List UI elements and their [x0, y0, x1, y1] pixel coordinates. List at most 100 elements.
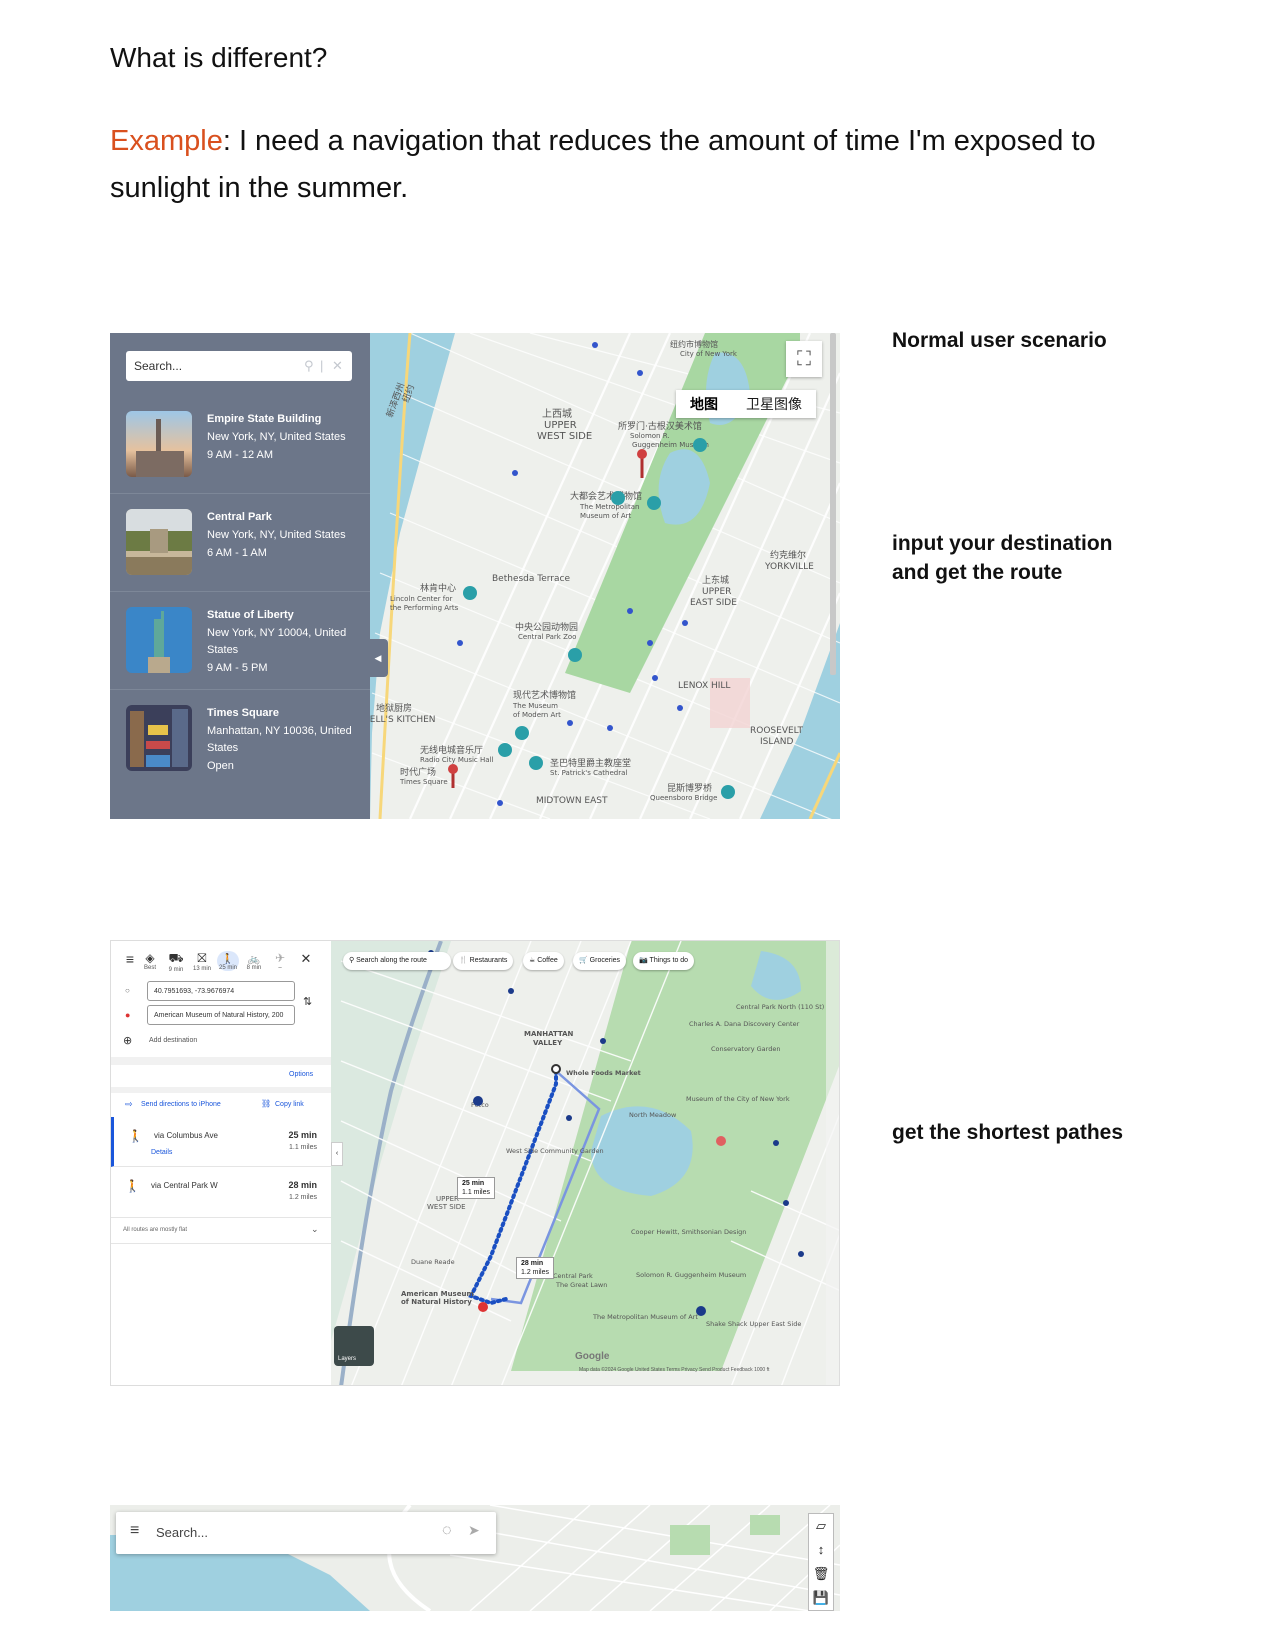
- map-panel-1[interactable]: 上西城 UPPER WEST SIDE 大都会艺术博物馆 The Metropolit…: [110, 333, 840, 819]
- page-heading: What is different?: [110, 42, 328, 73]
- mode-walk[interactable]: 🚶 25 min: [217, 951, 239, 971]
- options-link[interactable]: Options: [289, 1071, 313, 1078]
- route-bubble-2[interactable]: 28 min 1.2 miles: [516, 1257, 555, 1279]
- menu-icon[interactable]: ≡: [119, 951, 141, 967]
- chevron-down-icon[interactable]: ⌄: [311, 1224, 319, 1235]
- svg-text:MIDTOWN EAST: MIDTOWN EAST: [536, 796, 608, 806]
- route-distance: 1.2 miles: [288, 1194, 317, 1201]
- route-via: via Central Park W: [151, 1181, 218, 1190]
- send-directions-link[interactable]: Send directions to iPhone: [141, 1101, 221, 1108]
- route-duration: 25 min: [288, 1130, 317, 1140]
- origin-dot-icon: ○: [125, 986, 130, 995]
- navigate-icon[interactable]: ➤: [468, 1522, 480, 1539]
- svg-text:Queensboro Bridge: Queensboro Bridge: [650, 794, 717, 802]
- route-bubble-1[interactable]: 25 min 1.1 miles: [457, 1177, 496, 1199]
- origin-input[interactable]: 40.7951693, -73.9676974: [147, 981, 295, 1001]
- place-item-central-park[interactable]: Central Park New York, NY, United States…: [110, 493, 370, 592]
- svg-text:Solomon R.: Solomon R.: [630, 432, 670, 440]
- place-item-empire-state[interactable]: Empire State Building New York, NY, Unit…: [110, 395, 370, 494]
- chip-label: Coffee: [537, 957, 558, 964]
- copy-link[interactable]: Copy link: [275, 1101, 304, 1108]
- statue-of-liberty-thumbnail: [126, 607, 192, 673]
- layers-button[interactable]: Layers: [334, 1326, 374, 1366]
- terrain-note: All routes are mostly flat: [123, 1227, 188, 1233]
- svg-text:时代广场: 时代广场: [400, 766, 436, 778]
- svg-text:UPPER: UPPER: [436, 1195, 459, 1203]
- svg-text:West Side Community Garden: West Side Community Garden: [506, 1147, 604, 1155]
- resize-icon[interactable]: ↕: [809, 1538, 833, 1562]
- label-input-destination: input your destination and get the route: [892, 532, 1113, 584]
- mode-drive[interactable]: ⛟ 9 min: [165, 951, 187, 973]
- collapse-panel-button[interactable]: ‹: [331, 1142, 343, 1166]
- svg-text:HELL'S KITCHEN: HELL'S KITCHEN: [363, 715, 436, 725]
- map1-scrollbar[interactable]: [830, 333, 836, 675]
- save-icon[interactable]: 💾: [809, 1586, 833, 1610]
- route-search-bar[interactable]: ≡ Search... ◌ ➤: [116, 1512, 496, 1554]
- mode-label: 13 min: [192, 966, 211, 972]
- svg-text:地狱厨房: 地狱厨房: [376, 702, 412, 714]
- svg-text:Duane Reade: Duane Reade: [411, 1258, 455, 1266]
- map-type-toggle[interactable]: 地图 卫星图像: [676, 390, 816, 418]
- chip-restaurants[interactable]: 🍴 Restaurants: [453, 952, 514, 970]
- svg-text:Conservatory Garden: Conservatory Garden: [711, 1045, 780, 1053]
- places-search-input[interactable]: Search... ⚲ | ✕: [126, 351, 352, 381]
- fullscreen-icon[interactable]: ⛶: [786, 341, 822, 377]
- map-panel-2: MANHATTAN VALLEY UPPER WEST SIDE Whole Foo…: [110, 940, 840, 1386]
- chip-things-to-do[interactable]: 📷 Things to do: [633, 952, 695, 970]
- svg-text:Solomon R. Guggenheim Museum: Solomon R. Guggenheim Museum: [636, 1271, 746, 1279]
- svg-text:Times Square: Times Square: [399, 778, 448, 786]
- place-name: Times Square: [207, 707, 279, 719]
- map-type-map[interactable]: 地图: [676, 390, 732, 418]
- divider: [111, 1243, 331, 1244]
- mode-transit[interactable]: ⛝ 13 min: [191, 951, 213, 972]
- swap-icon[interactable]: ⇅: [303, 995, 312, 1008]
- divider: [111, 1057, 331, 1065]
- svg-text:Radio City Music Hall: Radio City Music Hall: [420, 756, 493, 764]
- link-icon[interactable]: ⛓: [261, 1099, 271, 1108]
- label-shortest-paths: get the shortest pathes: [892, 1121, 1124, 1144]
- trash-icon[interactable]: 🗑: [809, 1562, 833, 1586]
- map-panel-3[interactable]: ≡ Search... ◌ ➤ ▱ ↕ 🗑 💾: [110, 1505, 840, 1611]
- add-destination-link[interactable]: Add destination: [149, 1037, 197, 1044]
- svg-text:of Natural History: of Natural History: [401, 1298, 472, 1306]
- details-link[interactable]: Details: [151, 1149, 172, 1156]
- menu-icon[interactable]: ≡: [130, 1522, 139, 1540]
- route-option-2[interactable]: 🚶 via Central Park W 28 min 1.2 miles: [111, 1167, 331, 1218]
- place-address: New York, NY, United States: [207, 431, 346, 443]
- svg-text:中央公园动物园: 中央公园动物园: [515, 621, 578, 633]
- svg-text:YORKVILLE: YORKVILLE: [764, 562, 814, 572]
- empire-state-thumbnail: [126, 411, 192, 477]
- mode-flight[interactable]: ✈ –: [269, 951, 291, 971]
- chip-groceries[interactable]: 🛒 Groceries: [573, 952, 627, 970]
- place-address: New York, NY, United States: [207, 529, 346, 541]
- chip-label: Restaurants: [469, 957, 508, 964]
- example-body: : I need a navigation that reduces the a…: [110, 125, 1096, 204]
- divider: [111, 1087, 331, 1093]
- place-hours: 9 AM - 12 AM: [207, 449, 274, 461]
- collapse-sidebar-button[interactable]: ◀: [368, 639, 388, 677]
- send-icon[interactable]: ⇨: [125, 1099, 133, 1110]
- add-icon[interactable]: ⊕: [123, 1034, 132, 1047]
- route-option-1[interactable]: 🚶 via Columbus Ave 25 min 1.1 miles Deta…: [111, 1117, 331, 1167]
- close-icon[interactable]: ✕: [332, 351, 343, 381]
- search-along-route[interactable]: ⚲ Search along the route: [343, 952, 451, 970]
- place-hours: 6 AM - 1 AM: [207, 547, 267, 559]
- close-icon[interactable]: ✕: [295, 951, 317, 967]
- svg-text:Central Park: Central Park: [553, 1272, 593, 1280]
- google-logo: Google: [575, 1351, 610, 1362]
- place-item-times-square[interactable]: Times Square Manhattan, NY 10036, United…: [110, 689, 370, 787]
- place-item-statue-of-liberty[interactable]: Statue of Liberty New York, NY 10004, Un…: [110, 591, 370, 690]
- mode-best[interactable]: ◈ Best: [139, 951, 161, 971]
- chip-coffee[interactable]: ☕ Coffee: [523, 952, 564, 970]
- label-normal-scenario: Normal user scenario: [892, 329, 1107, 352]
- map-type-satellite[interactable]: 卫星图像: [732, 390, 816, 418]
- search-icon[interactable]: ⚲: [304, 351, 314, 381]
- draw-polygon-icon[interactable]: ▱: [809, 1514, 833, 1538]
- search-placeholder: Search...: [134, 359, 183, 373]
- places-sidebar: Search... ⚲ | ✕ Empire State Building Ne…: [110, 333, 370, 819]
- central-park-thumbnail: [126, 509, 192, 575]
- destination-input[interactable]: American Museum of Natural History, 200: [147, 1005, 295, 1025]
- svg-text:林肯中心: 林肯中心: [420, 582, 456, 594]
- loading-spinner-icon: ◌: [442, 1522, 452, 1539]
- mode-bike[interactable]: 🚲 8 min: [243, 951, 265, 971]
